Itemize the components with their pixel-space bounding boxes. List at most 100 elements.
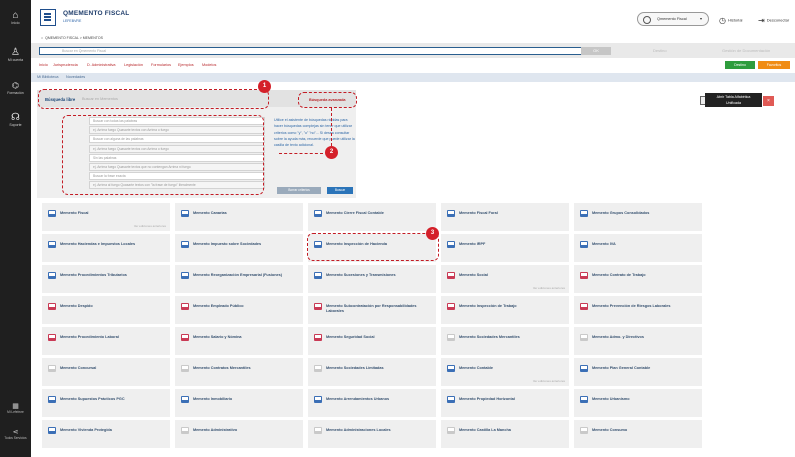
search-submit-button[interactable]: Buscar [327,187,353,194]
memento-card-title: Memento Sucesiones y Transmisiones [326,273,396,277]
memento-card[interactable]: Memento Prevención de Riesgos Laborales [574,296,702,324]
book-icon [580,272,588,279]
breadcrumb-text[interactable]: QMEMENTO FISCAL > MEMENTOS [45,36,103,40]
memento-card[interactable]: Memento Procedimientos Tributarios [42,265,170,293]
nav-item-jurisprudencia[interactable]: Jurisprudencia [53,63,78,67]
book-icon [447,396,455,403]
history-link[interactable]: ◷ Historial [719,16,742,25]
memento-card[interactable]: Memento Vivienda Protegida [42,420,170,448]
memento-card[interactable]: Memento Concursal [42,358,170,386]
memento-card[interactable]: Memento Administraciones Locales [308,420,436,448]
memento-card[interactable]: Memento Seguridad Social [308,327,436,355]
book-icon [314,303,322,310]
memento-card[interactable]: Memento Subcontratación por Responsabili… [308,296,436,324]
logout-link[interactable]: ⇥ Desconectar [758,16,789,25]
sidebar-item-lefebvre[interactable]: ▦ Mi Lefebvre [0,402,31,414]
memento-card[interactable]: Memento Admo. y Directivos [574,327,702,355]
memento-card-title: Memento Impuesto sobre Sociedades [193,242,262,246]
alphabetical-table-button[interactable]: × [763,96,774,106]
share-icon: ⋖ [12,429,19,436]
memento-card[interactable]: Memento Arrendamientos Urbanos [308,389,436,417]
book-icon [447,303,455,310]
memento-card[interactable]: Memento Salario y Nómina [175,327,303,355]
clear-criteria-button[interactable]: Borrar criterios [277,187,321,194]
chevron-down-icon: ▾ [699,16,702,21]
memento-card[interactable]: Memento Empleado Público [175,296,303,324]
memento-selector[interactable]: Qmemento Fiscal ▾ [637,12,709,26]
memento-card-title: Memento Sociedades Limitadas [326,366,384,370]
search-ok-button[interactable]: OK [581,47,611,55]
memento-card[interactable]: Memento Canarias [175,203,303,231]
sidebar-item-label: Soporte [9,123,22,127]
logo-icon[interactable] [40,9,56,26]
book-icon [314,334,322,341]
memento-card[interactable]: Memento Haciendas e Impuestos Locales [42,234,170,262]
previous-editions-link[interactable]: Ver ediciones anteriores [533,379,565,383]
book-icon [181,210,189,217]
memento-card[interactable]: Memento Contrato de Trabajo [574,265,702,293]
memento-card[interactable]: Memento Sociedades Limitadas [308,358,436,386]
memento-card-title: Memento Administrativo [193,428,238,432]
documentation-link[interactable]: Gestión de Documentación [722,48,770,53]
memento-card[interactable]: Memento Administrativo [175,420,303,448]
memento-card[interactable]: Memento Contratos Mercantiles [175,358,303,386]
tab-mi-biblioteca[interactable]: Mi Biblioteca [37,75,59,79]
memento-card[interactable]: Memento Social Ver ediciones anteriores [441,265,569,293]
memento-card[interactable]: Memento IRPF [441,234,569,262]
memento-card[interactable]: Memento Procedimiento Laboral [42,327,170,355]
memento-card[interactable]: Memento Sucesiones y Transmisiones [308,265,436,293]
previous-editions-link[interactable]: Ver ediciones anteriores [533,286,565,290]
destino-button[interactable]: Destino [725,61,755,69]
memento-card[interactable]: Memento Fiscal Foral [441,203,569,231]
nav-item-d-administrativa[interactable]: D. Administrativa [87,63,116,67]
memento-card-title: Memento Salario y Nómina [193,335,242,339]
breadcrumb: ⌂ QMEMENTO FISCAL > MEMENTOS [41,36,103,40]
memento-card[interactable]: Memento Propiedad Horizontal [441,389,569,417]
memento-card[interactable]: Memento Inmobiliario [175,389,303,417]
destino-link[interactable]: Destino [653,48,667,53]
memento-card[interactable]: Memento Consumo [574,420,702,448]
memento-card[interactable]: Memento Sociedades Mercantiles [441,327,569,355]
memento-card[interactable]: Memento Impuesto sobre Sociedades [175,234,303,262]
nav-item-modelos[interactable]: Modelos [202,63,216,67]
memento-card[interactable]: Memento Plan General Contable [574,358,702,386]
nav-item-ejemplos[interactable]: Ejemplos [178,63,194,67]
nav-item-inicio[interactable]: Inicio [39,63,48,67]
book-icon [580,334,588,341]
memento-card[interactable]: Memento Inspección de Trabajo [441,296,569,324]
memento-card[interactable]: Memento Supuestos Prácticos PGC [42,389,170,417]
search-input[interactable]: Buscar en Qmemento Fiscal [39,47,611,55]
memento-card[interactable]: Memento Fiscal Ver ediciones anteriores [42,203,170,231]
sidebar-item-account[interactable]: ♙ Mi cuenta [0,47,31,62]
annotation-advanced [298,92,357,108]
tab-novedades[interactable]: Novedades [66,75,85,79]
graduation-icon: ⌬ [12,81,19,90]
sidebar-item-training[interactable]: ⌬ Formación [0,80,31,95]
previous-editions-link[interactable]: Ver ediciones anteriores [134,224,166,228]
library-tabs: Mi Biblioteca Novedades [31,73,795,82]
book-icon [181,365,189,372]
nav-item-legislacion[interactable]: Legislación [124,63,143,67]
sidebar-item-label: Mi Lefebvre [7,410,24,414]
sidebar-item-home[interactable]: ⌂ Inicio [0,10,31,25]
memento-card[interactable]: Memento Urbanismo [574,389,702,417]
book-icon [181,272,189,279]
memento-card[interactable]: Memento Castilla La Mancha [441,420,569,448]
sidebar-item-services[interactable]: ⋖ Todos Servicios [0,428,31,440]
book-icon [447,241,455,248]
global-search-bar: Buscar en Qmemento Fiscal OK Destino Ges… [31,43,795,58]
logo-title[interactable]: QMEMENTO FISCAL [63,10,129,17]
nav-item-formularios[interactable]: Formularios [151,63,171,67]
memento-card-title: Memento Contrato de Trabajo [592,273,646,277]
memento-card[interactable]: Memento Reorganización Empresarial (Fusi… [175,265,303,293]
memento-card[interactable]: Memento Contable Ver ediciones anteriores [441,358,569,386]
book-icon [181,334,189,341]
memento-card[interactable]: Memento IVA [574,234,702,262]
memento-card[interactable]: Memento Grupos Consolidados [574,203,702,231]
memento-card[interactable]: Memento Despido [42,296,170,324]
sidebar-item-support[interactable]: ☊ Soporte [0,112,31,127]
memento-card[interactable]: Memento Cierre Fiscal Contable [308,203,436,231]
favoritos-button[interactable]: Favoritos [758,61,790,69]
book-icon [580,396,588,403]
home-icon[interactable]: ⌂ [41,36,43,40]
